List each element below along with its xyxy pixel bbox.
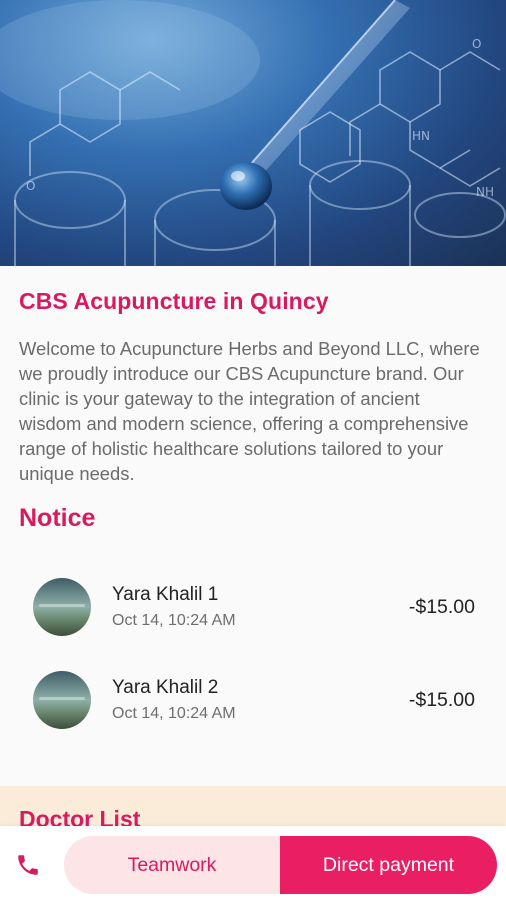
notice-item-name: Yara Khalil 1 bbox=[112, 584, 219, 605]
svg-text:NH: NH bbox=[476, 185, 494, 199]
hero-image: HN O NH O bbox=[0, 0, 506, 266]
action-pill: Teamwork Direct payment bbox=[64, 836, 497, 894]
avatar bbox=[33, 671, 91, 729]
notice-item[interactable]: Yara Khalil 1 Oct 14, 10:24 AM -$15.00 bbox=[0, 567, 506, 647]
direct-payment-button[interactable]: Direct payment bbox=[280, 836, 497, 894]
notice-item-date: Oct 14, 10:24 AM bbox=[112, 705, 236, 722]
notice-heading: Notice bbox=[19, 504, 96, 532]
notice-item-amount: -$15.00 bbox=[408, 689, 475, 711]
svg-text:HN: HN bbox=[412, 129, 430, 143]
notice-item-name: Yara Khalil 2 bbox=[112, 677, 219, 698]
phone-icon bbox=[18, 855, 38, 875]
notice-item-date: Oct 14, 10:24 AM bbox=[112, 612, 236, 629]
svg-text:O: O bbox=[472, 37, 481, 51]
clinic-title: CBS Acupuncture in Quincy bbox=[19, 288, 329, 314]
avatar bbox=[33, 578, 91, 636]
svg-text:O: O bbox=[26, 179, 35, 193]
hero-lab-illustration: HN O NH O bbox=[0, 0, 506, 266]
clinic-description: Welcome to Acupuncture Herbs and Beyond … bbox=[19, 338, 480, 484]
phone-button[interactable] bbox=[10, 848, 46, 882]
notice-item[interactable]: Yara Khalil 2 Oct 14, 10:24 AM -$15.00 bbox=[0, 660, 506, 740]
notice-item-amount: -$15.00 bbox=[408, 596, 475, 618]
teamwork-button[interactable]: Teamwork bbox=[64, 836, 280, 894]
